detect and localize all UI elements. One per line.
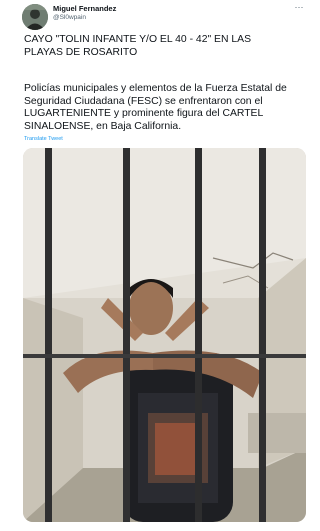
author-handle[interactable]: @Sl0wpain [53, 14, 86, 21]
more-options-button[interactable]: ··· [290, 2, 308, 14]
tweet-photo[interactable] [23, 148, 306, 522]
photo-icon [23, 148, 306, 522]
tweet-card: Miguel Fernandez @Sl0wpain ··· CAYO "TOL… [0, 0, 320, 531]
author-avatar[interactable] [22, 4, 48, 30]
translate-tweet-link[interactable]: Translate Tweet [24, 136, 63, 142]
tweet-headline: CAYO "TOLIN INFANTE Y/O EL 40 - 42" EN L… [24, 34, 252, 58]
more-horizontal-icon: ··· [294, 2, 304, 12]
tweet-body: Policías municipales y elementos de la F… [24, 83, 287, 132]
author-name[interactable]: Miguel Fernandez [53, 4, 116, 13]
